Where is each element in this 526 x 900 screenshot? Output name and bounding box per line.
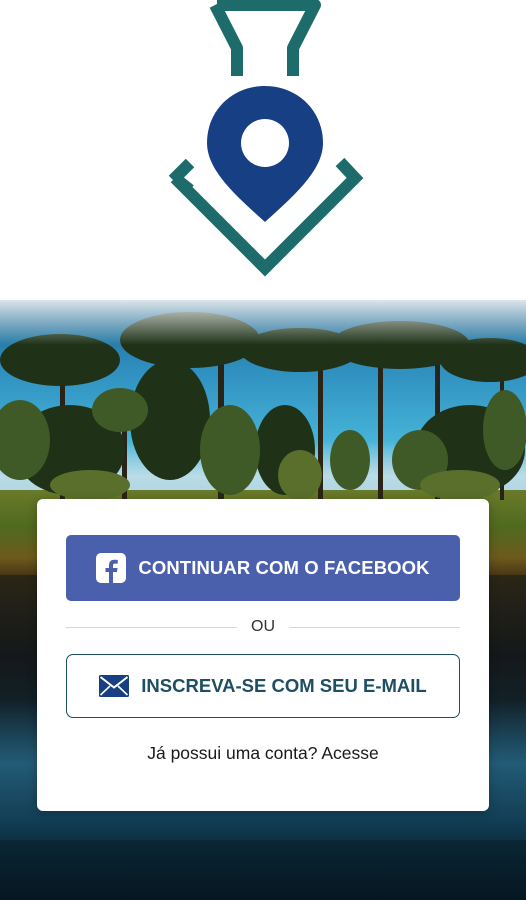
location-pin-hanger-logo bbox=[168, 0, 364, 277]
facebook-button-label: CONTINUAR COM O FACEBOOK bbox=[138, 557, 430, 578]
divider-text: OU bbox=[251, 618, 275, 635]
white-fade bbox=[0, 275, 526, 345]
email-signup-button[interactable]: INSCREVA-SE COM SEU E-MAIL bbox=[66, 654, 460, 718]
divider-line-right bbox=[289, 626, 460, 628]
facebook-login-button[interactable]: CONTINUAR COM O FACEBOOK bbox=[66, 535, 460, 601]
divider-line-left bbox=[66, 626, 237, 628]
email-button-label: INSCREVA-SE COM SEU E-MAIL bbox=[141, 675, 427, 696]
or-divider: OU bbox=[66, 615, 460, 639]
envelope-icon bbox=[99, 675, 130, 697]
auth-card: CONTINUAR COM O FACEBOOK OU INSCREVA-SE … bbox=[37, 499, 489, 811]
login-link[interactable]: Já possui uma conta? Acesse bbox=[37, 743, 489, 764]
facebook-icon bbox=[96, 553, 127, 583]
